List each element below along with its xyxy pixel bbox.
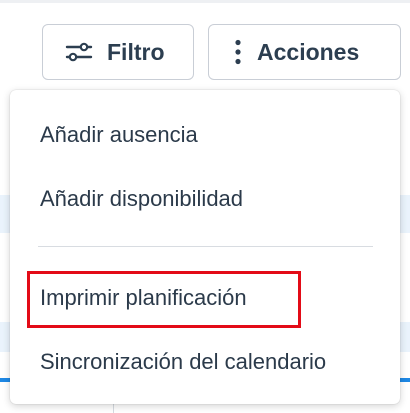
- menu-item-print-schedule[interactable]: Imprimir planificación: [40, 285, 247, 311]
- page-top-border: [0, 0, 410, 3]
- filter-button[interactable]: Filtro: [42, 24, 194, 80]
- vertical-dots-icon: [233, 39, 243, 65]
- sliders-icon: [65, 41, 93, 63]
- actions-button[interactable]: Acciones: [208, 24, 401, 80]
- menu-item-calendar-sync[interactable]: Sincronización del calendario: [40, 349, 326, 375]
- actions-dropdown-menu: Añadir ausencia Añadir disponibilidad Im…: [10, 90, 400, 404]
- menu-item-add-availability[interactable]: Añadir disponibilidad: [40, 186, 243, 212]
- menu-divider: [38, 246, 373, 247]
- menu-item-add-absence[interactable]: Añadir ausencia: [40, 122, 198, 148]
- actions-button-label: Acciones: [257, 38, 360, 65]
- filter-button-label: Filtro: [107, 38, 165, 65]
